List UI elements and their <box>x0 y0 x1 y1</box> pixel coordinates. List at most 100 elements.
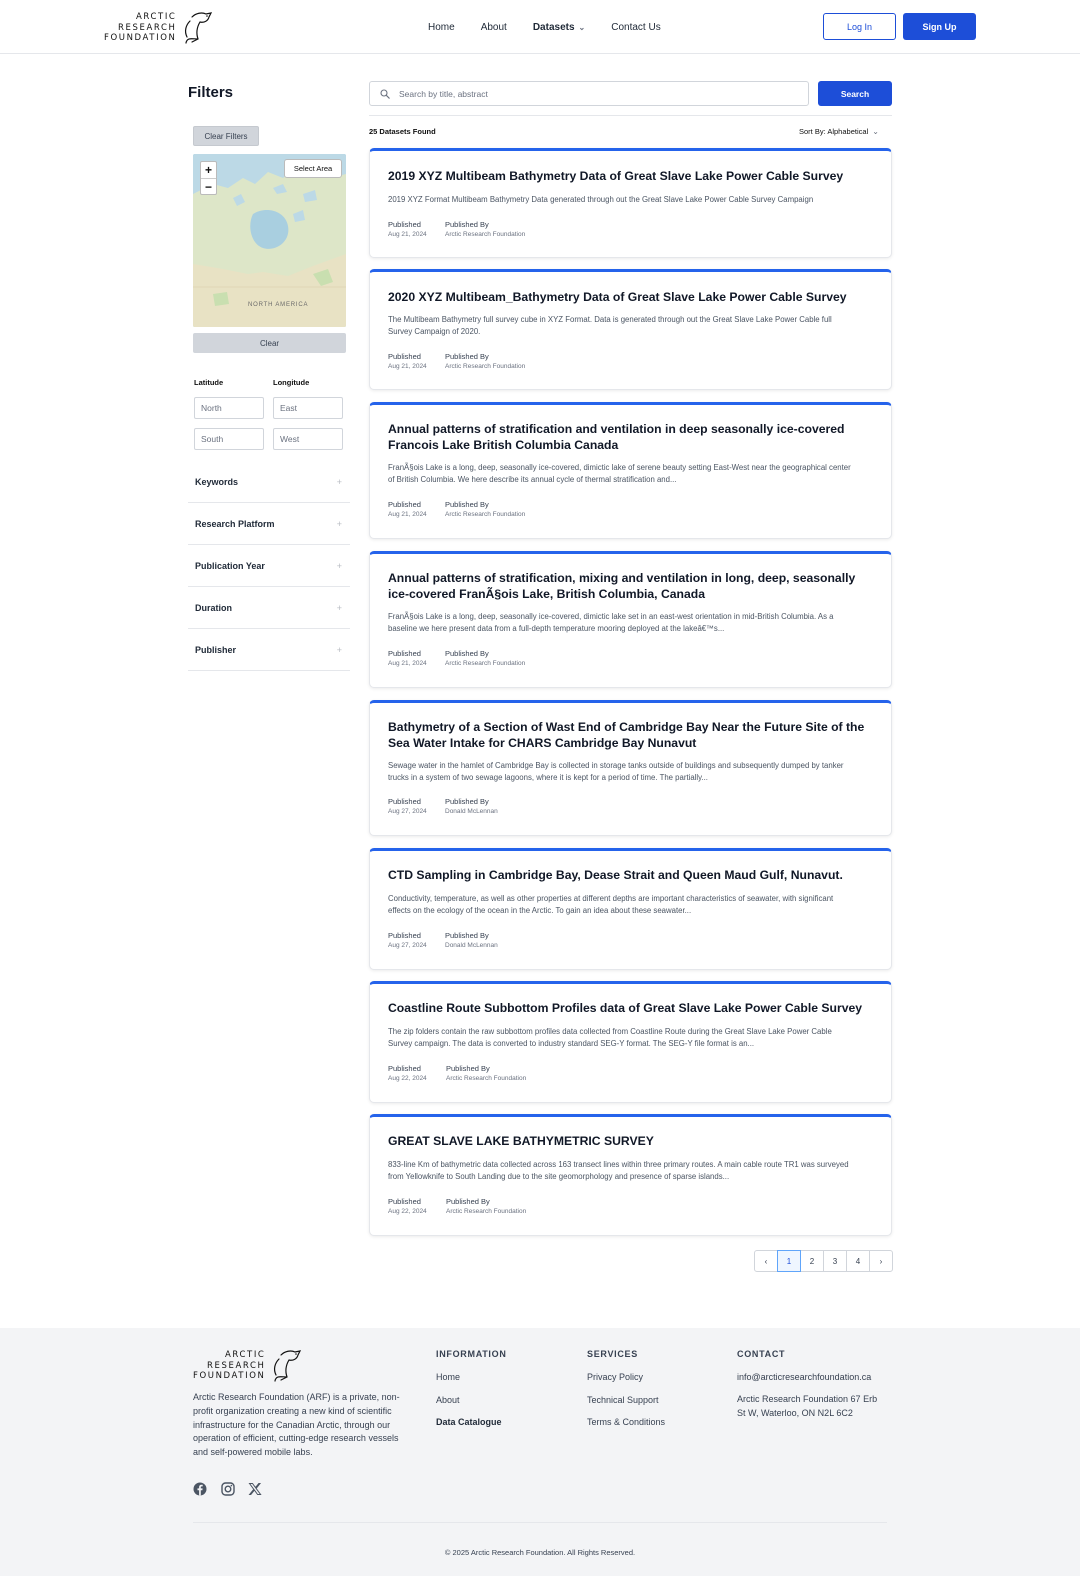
dataset-description: The zip folders contain the raw subbotto… <box>388 1027 832 1048</box>
dataset-card[interactable]: GREAT SLAVE LAKE BATHYMETRIC SURVEY 833-… <box>369 1114 892 1236</box>
copyright-text: © 2025 Arctic Research Foundation. All R… <box>444 1548 636 1557</box>
zoom-out-button[interactable]: − <box>201 178 216 194</box>
footer-link-privacy[interactable]: Privacy Policy <box>587 1372 643 1382</box>
facet-duration[interactable]: Duration + <box>188 587 350 629</box>
footer-link-about[interactable]: About <box>436 1395 460 1405</box>
arf-logo[interactable]: ARCTIC RESEARCH FOUNDATION <box>104 9 214 45</box>
publisher-name: Arctic Research Foundation <box>445 660 526 667</box>
chevron-down-icon: ⌄ <box>578 22 586 32</box>
top-navbar: ARCTIC RESEARCH FOUNDATION Home About Da… <box>0 0 1080 54</box>
dataset-title[interactable]: Coastline Route Subbottom Profiles data … <box>388 1000 876 1016</box>
publisher-name: Arctic Research Foundation <box>446 1208 527 1215</box>
select-area-button[interactable]: Select Area <box>284 159 342 178</box>
instagram-icon[interactable] <box>221 1482 235 1496</box>
divider <box>369 115 892 116</box>
clear-filters-button[interactable]: Clear Filters <box>193 126 259 146</box>
dataset-description: FranÃ§ois Lake is a long, deep, seasonal… <box>388 463 851 484</box>
published-date: Aug 27, 2024 <box>388 942 427 949</box>
published-label: Published <box>388 649 421 658</box>
dataset-card[interactable]: Annual patterns of stratification, mixin… <box>369 551 892 688</box>
dataset-title[interactable]: Annual patterns of stratification, mixin… <box>388 570 876 602</box>
footer-link-data-catalogue[interactable]: Data Catalogue <box>436 1417 502 1427</box>
facet-publication-year[interactable]: Publication Year + <box>188 545 350 587</box>
published-label: Published <box>388 1064 421 1073</box>
nav-contact[interactable]: Contact Us <box>611 22 660 33</box>
nav-datasets[interactable]: Datasets ⌄ <box>533 22 585 33</box>
search-button[interactable]: Search <box>818 81 892 106</box>
chevron-down-icon: ⌄ <box>872 127 879 136</box>
footer-link-home[interactable]: Home <box>436 1372 460 1382</box>
facet-keywords[interactable]: Keywords + <box>188 461 350 503</box>
dataset-card[interactable]: Coastline Route Subbottom Profiles data … <box>369 981 892 1103</box>
map-widget[interactable]: + − Select Area NORTH AMERICA <box>193 154 346 327</box>
published-date: Aug 21, 2024 <box>388 660 427 667</box>
logo-line-2: RESEARCH <box>118 22 177 33</box>
dataset-card[interactable]: 2019 XYZ Multibeam Bathymetry Data of Gr… <box>369 148 892 258</box>
pagination: ‹ 1 2 3 4 › <box>754 1250 893 1272</box>
signup-button[interactable]: Sign Up <box>903 13 976 40</box>
footer-logo[interactable]: ARCTIC RESEARCH FOUNDATION <box>193 1347 303 1383</box>
dataset-description: Sewage water in the hamlet of Cambridge … <box>388 761 844 782</box>
dataset-description: 833-line Km of bathymetric data collecte… <box>388 1160 849 1181</box>
page-button-1[interactable]: 1 <box>777 1250 801 1272</box>
footer-link-terms[interactable]: Terms & Conditions <box>587 1417 665 1427</box>
south-input[interactable] <box>194 428 264 450</box>
nav-home[interactable]: Home <box>428 22 455 33</box>
footer-link-support[interactable]: Technical Support <box>587 1395 659 1405</box>
map-clear-button[interactable]: Clear <box>193 333 346 353</box>
facet-publisher[interactable]: Publisher + <box>188 629 350 671</box>
map-zoom-controls: + − <box>200 161 217 195</box>
facet-label: Research Platform <box>195 518 275 529</box>
publisher-name: Donald McLennan <box>445 942 498 949</box>
facebook-icon[interactable] <box>193 1482 207 1496</box>
page-button-3[interactable]: 3 <box>823 1250 847 1272</box>
logo-line-1: ARCTIC <box>225 1350 266 1360</box>
dataset-card[interactable]: CTD Sampling in Cambridge Bay, Dease Str… <box>369 848 892 970</box>
logo-line-2: RESEARCH <box>207 1360 266 1371</box>
dataset-card[interactable]: 2020 XYZ Multibeam_Bathymetry Data of Gr… <box>369 269 892 390</box>
contact-email[interactable]: info@arcticresearchfoundation.ca <box>737 1372 871 1382</box>
publisher-name: Arctic Research Foundation <box>445 511 526 518</box>
facet-label: Duration <box>195 602 232 613</box>
nav-datasets-label: Datasets <box>532 21 575 33</box>
next-page-button[interactable]: › <box>869 1250 893 1272</box>
plus-icon: + <box>336 476 342 487</box>
dataset-title[interactable]: Bathymetry of a Section of Wast End of C… <box>388 719 876 751</box>
search-input[interactable] <box>399 88 799 99</box>
east-input[interactable] <box>273 397 343 419</box>
page-button-2[interactable]: 2 <box>800 1250 824 1272</box>
nav-about[interactable]: About <box>481 22 507 33</box>
dataset-title[interactable]: Annual patterns of stratification and ve… <box>388 421 876 453</box>
dataset-title[interactable]: 2019 XYZ Multibeam Bathymetry Data of Gr… <box>388 168 876 184</box>
published-date: Aug 21, 2024 <box>388 231 427 238</box>
dataset-card[interactable]: Annual patterns of stratification and ve… <box>369 402 892 539</box>
logo-line-3: FOUNDATION <box>104 33 177 43</box>
logo-line-1: ARCTIC <box>136 12 177 22</box>
published-date: Aug 21, 2024 <box>388 363 427 370</box>
facet-label: Publication Year <box>195 560 265 571</box>
facet-research-platform[interactable]: Research Platform + <box>188 503 350 545</box>
dataset-title[interactable]: CTD Sampling in Cambridge Bay, Dease Str… <box>388 867 876 883</box>
dataset-title[interactable]: 2020 XYZ Multibeam_Bathymetry Data of Gr… <box>388 289 876 305</box>
search-field[interactable] <box>369 81 809 106</box>
logo-wordmark: ARCTIC RESEARCH FOUNDATION <box>104 12 176 44</box>
results-count: 25 Datasets Found <box>369 127 436 136</box>
zoom-in-button[interactable]: + <box>201 162 216 178</box>
published-label: Published <box>388 352 421 361</box>
sort-dropdown[interactable]: Sort By: Alphabetical ⌄ <box>799 127 879 136</box>
latitude-label: Latitude <box>194 378 224 387</box>
page-button-4[interactable]: 4 <box>846 1250 870 1272</box>
filters-title: Filters <box>188 84 234 101</box>
published-by-label: Published By <box>445 500 489 509</box>
prev-page-button[interactable]: ‹ <box>754 1250 778 1272</box>
main-nav: Home About Datasets ⌄ Contact Us <box>428 0 687 54</box>
north-input[interactable] <box>194 397 264 419</box>
west-input[interactable] <box>273 428 343 450</box>
x-icon[interactable] <box>248 1482 262 1496</box>
dataset-card[interactable]: Bathymetry of a Section of Wast End of C… <box>369 700 892 836</box>
published-label: Published <box>388 500 421 509</box>
search-icon <box>380 88 390 99</box>
login-button[interactable]: Log In <box>823 13 896 40</box>
dataset-title[interactable]: GREAT SLAVE LAKE BATHYMETRIC SURVEY <box>388 1133 876 1149</box>
published-label: Published <box>388 1197 421 1206</box>
